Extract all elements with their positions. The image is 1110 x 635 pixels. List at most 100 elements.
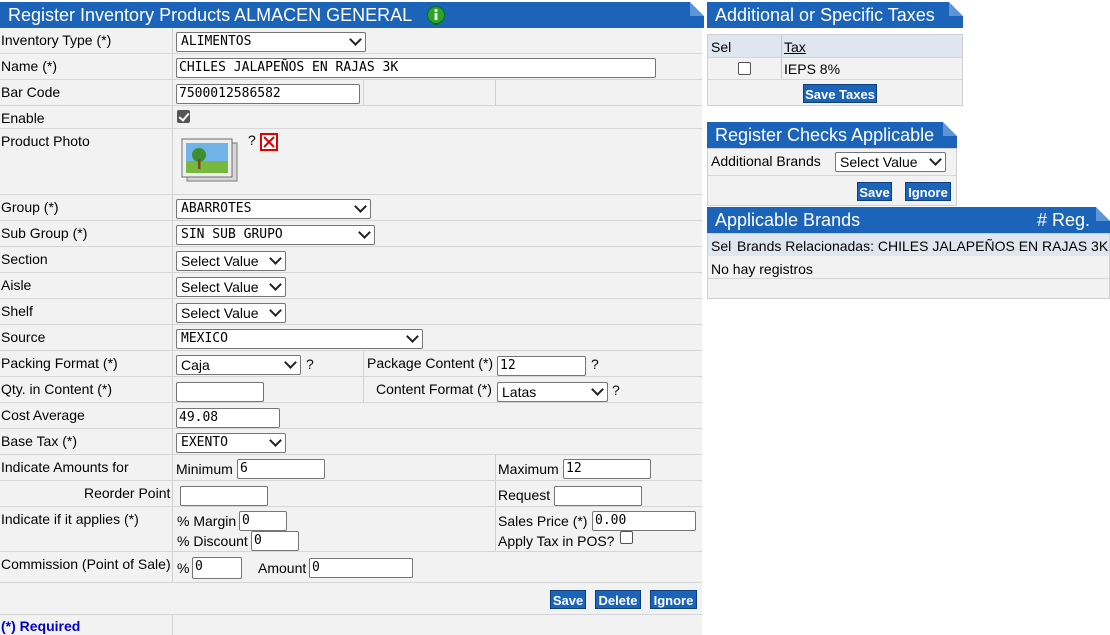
row-shelf: Shelf Select Value: [0, 299, 702, 325]
save-taxes-button[interactable]: Save Taxes: [803, 84, 877, 103]
taxes-col-tax[interactable]: Tax: [784, 39, 806, 55]
delete-button[interactable]: Delete: [595, 590, 641, 609]
commission-amount-input[interactable]: 0: [309, 558, 413, 578]
row-required-note: (*) Required: [0, 615, 702, 635]
additional-brands-select[interactable]: Select Value: [835, 152, 946, 172]
tax-row-name: IEPS 8%: [784, 61, 841, 77]
name-label: Name (*): [1, 58, 58, 74]
group-select[interactable]: ABARROTES: [176, 199, 371, 219]
section-select[interactable]: Select Value: [176, 251, 286, 271]
sales-price-input[interactable]: 0.00: [592, 511, 696, 531]
discount-label: % Discount: [177, 533, 248, 549]
row-actions: Save Delete Ignore: [0, 583, 702, 615]
base-tax-label: Base Tax (*): [1, 433, 77, 449]
base-tax-select[interactable]: EXENTO: [176, 433, 286, 453]
commission-pct-input[interactable]: 0: [192, 557, 242, 579]
cost-average-label: Cost Average: [1, 407, 85, 423]
checks-save-button[interactable]: Save: [857, 182, 892, 201]
sub-group-select[interactable]: SIN SUB GRUPO: [176, 225, 375, 245]
commission-pct-label: %: [177, 560, 190, 576]
row-inventory-type: Inventory Type (*) ALIMENTOS: [0, 28, 702, 54]
row-packing-format: Packing Format (*) Caja ? Package Conten…: [0, 351, 702, 377]
source-select[interactable]: MEXICO: [176, 329, 423, 349]
row-bar-code: Bar Code 7500012586582: [0, 80, 702, 106]
package-content-label: Package Content (*): [367, 355, 494, 371]
maximum-label: Maximum: [498, 461, 559, 477]
content-format-help: ?: [612, 382, 620, 398]
row-name: Name (*) CHILES JALAPEÑOS EN RAJAS 3K: [0, 54, 702, 80]
row-reorder: Reorder Point Request: [0, 481, 702, 507]
packing-format-select[interactable]: Caja: [176, 355, 301, 375]
checks-title: Register Checks Applicable: [715, 125, 935, 145]
info-icon[interactable]: [426, 5, 446, 25]
margin-input[interactable]: 0: [239, 511, 287, 531]
request-input[interactable]: [554, 486, 642, 506]
checks-panel: Additional Brands Select Value Save Igno…: [707, 148, 957, 206]
apply-tax-checkbox[interactable]: [620, 531, 633, 544]
brands-col-desc: Brands Relacionadas: CHILES JALAPEÑOS EN…: [737, 238, 1109, 254]
page-title: Register Inventory Products ALMACEN GENE…: [8, 5, 413, 25]
bar-code-label: Bar Code: [1, 84, 61, 100]
checks-panel-header: Register Checks Applicable: [707, 122, 957, 148]
discount-input[interactable]: 0: [251, 531, 299, 551]
row-product-photo: Product Photo ?: [0, 129, 702, 195]
brands-panel: Sel Brands Relacionadas: CHILES JALAPEÑO…: [707, 233, 1110, 299]
maximum-input[interactable]: 12: [563, 459, 651, 479]
inventory-type-select[interactable]: ALIMENTOS: [176, 32, 366, 52]
reorder-point-input[interactable]: [180, 486, 268, 506]
save-button[interactable]: Save: [550, 590, 586, 609]
amounts-label: Indicate Amounts for: [1, 459, 129, 475]
row-qty-in-content: Qty. in Content (*) Content Format (*) L…: [0, 377, 702, 403]
main-panel-header: Register Inventory Products ALMACEN GENE…: [0, 2, 704, 28]
name-input[interactable]: CHILES JALAPEÑOS EN RAJAS 3K: [176, 58, 656, 78]
request-label: Request: [498, 487, 551, 503]
brands-col-sel: Sel: [711, 238, 732, 254]
row-applies: Indicate if it applies (*) % Margin 0 % …: [0, 507, 702, 552]
row-aisle: Aisle Select Value: [0, 273, 702, 299]
row-section: Section Select Value: [0, 247, 702, 273]
enable-checkbox[interactable]: [177, 110, 190, 123]
applies-label: Indicate if it applies (*): [1, 511, 139, 527]
aisle-select[interactable]: Select Value: [176, 277, 286, 297]
product-photo-label: Product Photo: [1, 133, 90, 149]
row-sub-group: Sub Group (*) SIN SUB GRUPO: [0, 221, 702, 247]
row-amounts: Indicate Amounts for Minimum 6 Maximum 1…: [0, 455, 702, 481]
delete-photo-icon[interactable]: [260, 133, 278, 151]
content-format-select[interactable]: Latas: [497, 382, 608, 402]
enable-label: Enable: [1, 110, 45, 126]
qty-in-content-label: Qty. in Content (*): [1, 381, 113, 397]
bar-code-input[interactable]: 7500012586582: [176, 84, 360, 104]
row-base-tax: Base Tax (*) EXENTO: [0, 429, 702, 455]
shelf-select[interactable]: Select Value: [176, 303, 286, 323]
row-group: Group (*) ABARROTES: [0, 195, 702, 221]
brands-panel-header: Applicable Brands # Reg.: [707, 207, 1110, 233]
cost-average-input[interactable]: 49.08: [176, 408, 280, 428]
taxes-title: Additional or Specific Taxes: [715, 5, 935, 25]
minimum-label: Minimum: [176, 461, 233, 477]
minimum-input[interactable]: 6: [237, 459, 325, 479]
margin-label: % Margin: [177, 513, 237, 529]
packing-format-help: ?: [306, 356, 314, 372]
section-label: Section: [1, 251, 48, 267]
qty-in-content-input[interactable]: [176, 382, 264, 402]
apply-tax-label: Apply Tax in POS?: [498, 533, 615, 549]
content-format-label: Content Format (*): [376, 381, 492, 397]
sub-group-label: Sub Group (*): [1, 225, 88, 241]
aisle-label: Aisle: [1, 277, 32, 293]
reorder-point-label: Reorder Point: [84, 485, 171, 501]
row-source: Source MEXICO: [0, 325, 702, 351]
brands-title: Applicable Brands: [715, 210, 861, 230]
taxes-panel: Sel Tax IEPS 8% Save Taxes: [707, 34, 963, 106]
photo-placeholder-icon[interactable]: [181, 137, 239, 183]
checks-ignore-button[interactable]: Ignore: [905, 182, 951, 201]
additional-brands-label: Additional Brands: [711, 153, 821, 169]
ignore-button[interactable]: Ignore: [650, 590, 697, 609]
taxes-col-sel: Sel: [711, 39, 732, 55]
brands-reg-count: # Reg.: [1036, 210, 1090, 230]
package-content-input[interactable]: 12: [497, 356, 586, 376]
row-commission: Commission (Point of Sale) % 0 Amount 0: [0, 552, 702, 583]
required-note: (*) Required: [1, 618, 81, 634]
tax-row-checkbox[interactable]: [738, 62, 751, 75]
photo-help: ?: [248, 132, 256, 148]
row-enable: Enable: [0, 106, 702, 129]
